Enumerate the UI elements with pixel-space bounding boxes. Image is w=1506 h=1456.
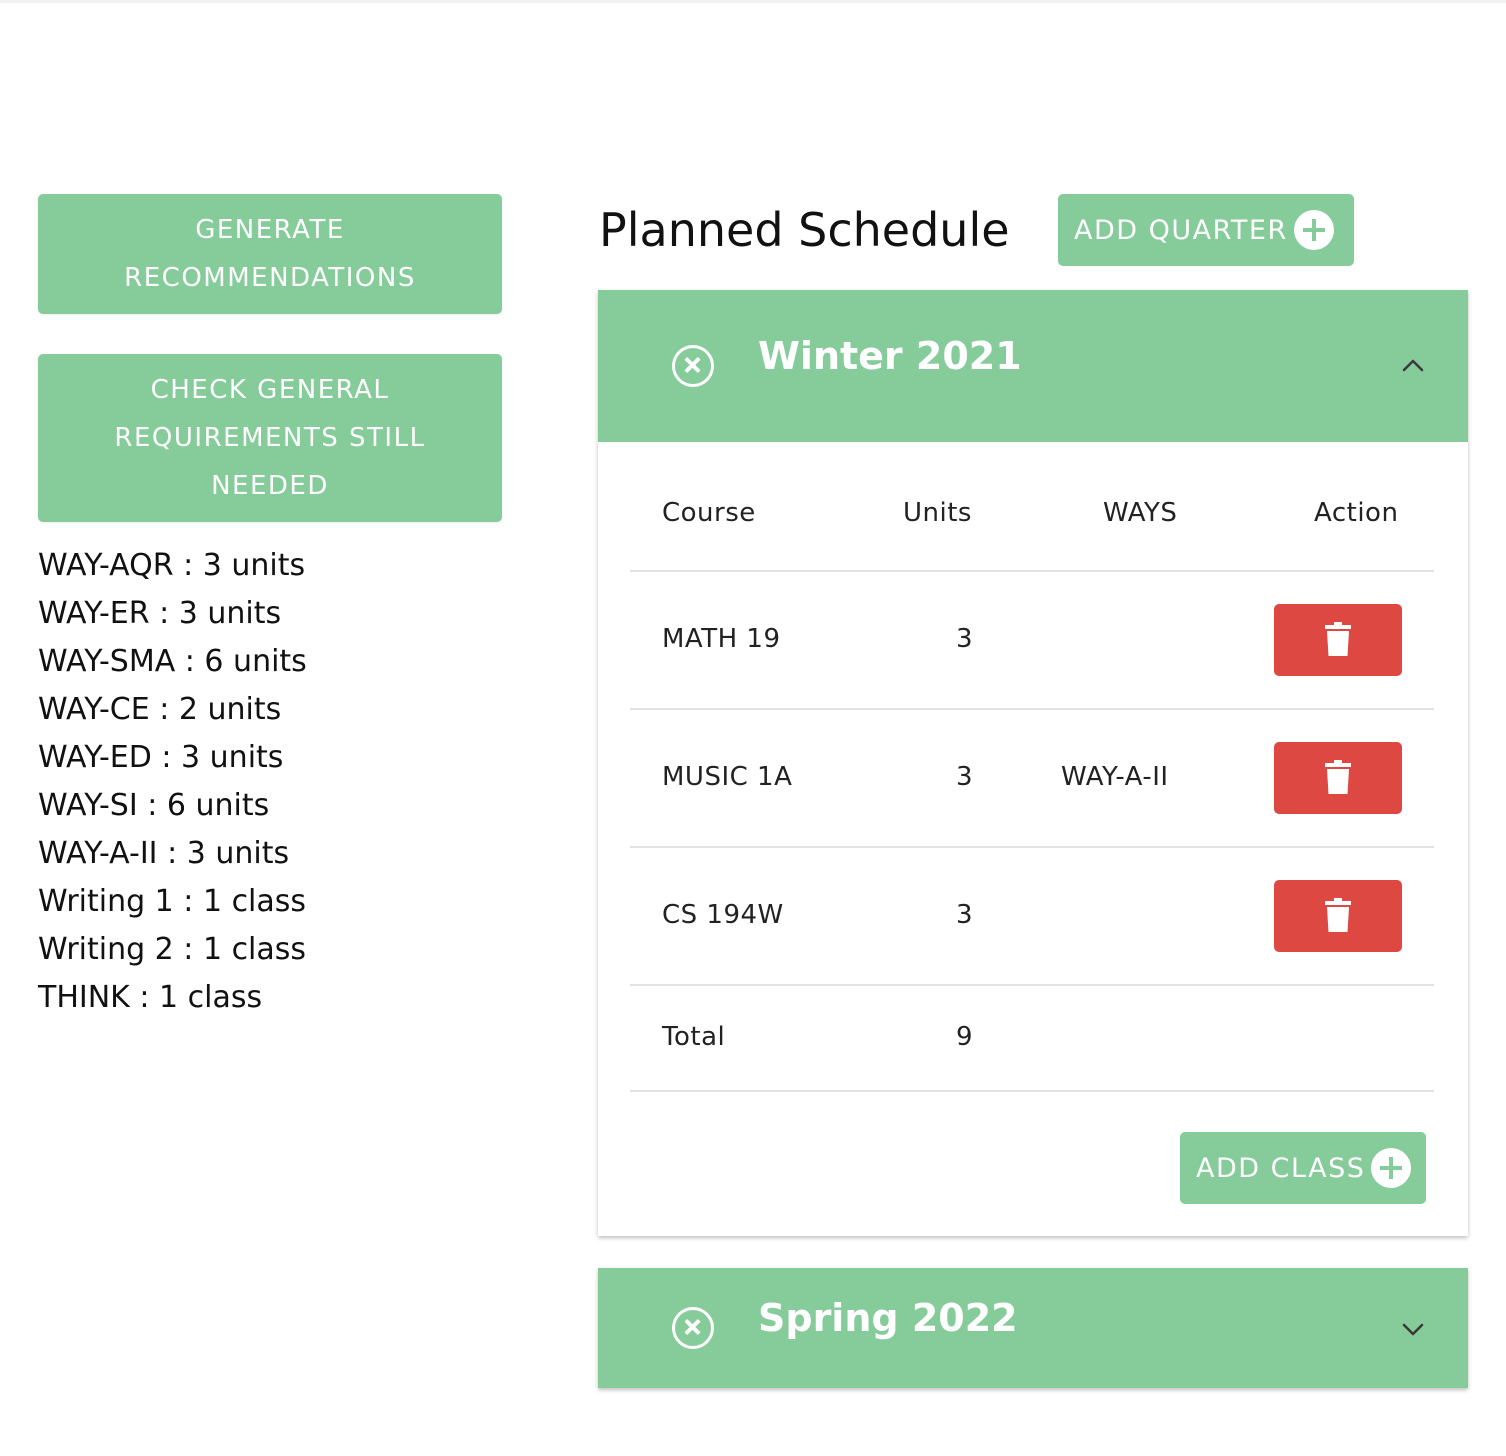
units-cell: 3 xyxy=(956,762,974,792)
requirement-item: THINK : 1 class xyxy=(38,980,263,1015)
units-cell: 3 xyxy=(956,900,974,930)
add-class-button[interactable]: ADD CLASS xyxy=(1180,1132,1426,1204)
requirement-item: WAY-AQR : 3 units xyxy=(38,548,306,583)
trash-icon xyxy=(1325,898,1351,932)
quarter-header[interactable]: Winter 2021 xyxy=(598,290,1468,442)
add-class-label: ADD CLASS xyxy=(1196,1152,1366,1184)
column-header-course: Course xyxy=(662,498,756,528)
chevron-up-icon[interactable] xyxy=(1402,354,1424,376)
quarter-title: Winter 2021 xyxy=(758,334,1022,378)
quarter-title: Spring 2022 xyxy=(758,1296,1018,1340)
requirement-item: WAY-ED : 3 units xyxy=(38,740,284,775)
generate-recommendations-label: GENERATE RECOMMENDATIONS xyxy=(124,215,416,293)
quarter-panel-spring: Spring 2022 xyxy=(598,1268,1468,1388)
column-header-units: Units xyxy=(903,498,972,528)
top-border xyxy=(0,0,1506,3)
requirement-item: Writing 2 : 1 class xyxy=(38,932,307,967)
delete-class-button[interactable] xyxy=(1274,880,1402,952)
requirement-item: WAY-SI : 6 units xyxy=(38,788,270,823)
requirement-item: WAY-A-II : 3 units xyxy=(38,836,290,871)
row-divider xyxy=(630,1090,1434,1092)
trash-icon xyxy=(1325,760,1351,794)
requirement-item: Writing 1 : 1 class xyxy=(38,884,307,919)
course-cell: MATH 19 xyxy=(662,624,781,654)
requirement-item: WAY-CE : 2 units xyxy=(38,692,282,727)
requirements-list: WAY-AQR : 3 units WAY-ER : 3 units WAY-S… xyxy=(38,542,307,1022)
page-title: Planned Schedule xyxy=(599,203,1010,257)
close-circle-icon[interactable] xyxy=(672,345,714,387)
ways-cell: WAY-A-II xyxy=(1061,762,1169,792)
generate-recommendations-button[interactable]: GENERATE RECOMMENDATIONS xyxy=(38,194,502,314)
row-divider xyxy=(630,846,1434,848)
course-cell: MUSIC 1A xyxy=(662,762,793,792)
row-divider xyxy=(630,708,1434,710)
quarter-panel-winter: Winter 2021 Course Units WAYS Action MAT… xyxy=(598,290,1468,1236)
total-units: 9 xyxy=(956,1022,974,1052)
trash-icon xyxy=(1325,622,1351,656)
row-divider xyxy=(630,570,1434,572)
chevron-down-icon[interactable] xyxy=(1402,1318,1424,1340)
plus-circle-icon xyxy=(1293,210,1334,250)
add-quarter-button[interactable]: ADD QUARTER xyxy=(1058,194,1354,266)
column-header-ways: WAYS xyxy=(1103,498,1178,528)
close-circle-icon[interactable] xyxy=(672,1307,714,1349)
requirement-item: WAY-SMA : 6 units xyxy=(38,644,307,679)
plus-circle-icon xyxy=(1371,1148,1412,1188)
row-divider xyxy=(630,984,1434,986)
column-header-action: Action xyxy=(1314,498,1399,528)
requirement-item: WAY-ER : 3 units xyxy=(38,596,282,631)
check-requirements-button[interactable]: CHECK GENERAL REQUIREMENTS STILL NEEDED xyxy=(38,354,502,522)
add-quarter-label: ADD QUARTER xyxy=(1074,214,1288,246)
units-cell: 3 xyxy=(956,624,974,654)
course-cell: CS 194W xyxy=(662,900,784,930)
check-requirements-label: CHECK GENERAL REQUIREMENTS STILL NEEDED xyxy=(114,375,426,501)
total-label: Total xyxy=(662,1022,726,1052)
quarter-header[interactable]: Spring 2022 xyxy=(598,1268,1468,1388)
delete-class-button[interactable] xyxy=(1274,742,1402,814)
delete-class-button[interactable] xyxy=(1274,604,1402,676)
